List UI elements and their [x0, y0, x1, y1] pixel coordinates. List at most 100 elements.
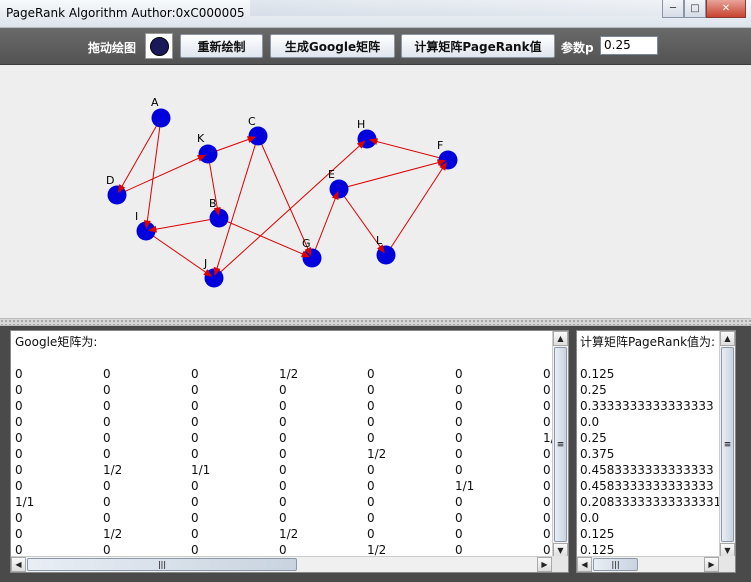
- scroll-thumb[interactable]: ≡: [554, 347, 567, 542]
- matrix-cell: 0: [103, 495, 111, 509]
- node-A[interactable]: [151, 108, 171, 128]
- matrix-cell: 0: [367, 383, 375, 397]
- pagerank-value: 0.25: [580, 431, 607, 445]
- node-color-picker[interactable]: [145, 33, 173, 59]
- edge-D-K: [116, 153, 209, 196]
- scroll-right-arrow-icon[interactable]: ▶: [537, 557, 552, 572]
- node-label-I: I: [135, 210, 138, 223]
- node-label-L: L: [376, 234, 383, 247]
- matrix-cell: 1/1: [455, 479, 475, 493]
- matrix-cell: 0: [279, 463, 287, 477]
- matrix-cell: 0: [279, 431, 287, 445]
- redraw-button[interactable]: 重新绘制: [180, 34, 263, 58]
- matrix-cell: 0: [15, 367, 23, 381]
- matrix-cell: 0: [455, 463, 463, 477]
- matrix-cell: 0: [455, 399, 463, 413]
- matrix-vertical-scrollbar[interactable]: ▲ ≡ ▼: [552, 331, 568, 558]
- scroll-up-arrow-icon[interactable]: ▲: [553, 331, 568, 346]
- matrix-cell: 0: [191, 447, 199, 461]
- matrix-row: 0 0 0 1/2 0 0 0: [15, 366, 551, 382]
- matrix-cell: 0: [191, 527, 199, 541]
- matrix-row: 0 0 0 0 0 0 0: [15, 510, 551, 526]
- edge-I-J: [145, 230, 215, 279]
- param-p-label: 参数p: [561, 41, 594, 55]
- edge-B-I: [145, 217, 220, 232]
- maximize-button[interactable]: □: [684, 0, 706, 18]
- edge-J-H: [213, 138, 368, 279]
- minimize-button[interactable]: ─: [662, 0, 684, 18]
- scroll-left-arrow-icon[interactable]: ◀: [11, 557, 26, 572]
- node-label-K: K: [197, 132, 205, 145]
- matrix-cell: 0: [191, 367, 199, 381]
- matrix-row: 0 0 0 0 0 0 0: [15, 382, 551, 398]
- matrix-cell: 0: [103, 479, 111, 493]
- matrix-cell: 0: [15, 383, 23, 397]
- matrix-row: 0 0 0 0 0 0 0: [15, 398, 551, 414]
- close-button[interactable]: ✕: [706, 0, 746, 18]
- split-pane-divider[interactable]: [0, 318, 751, 326]
- scroll-corner: [552, 556, 568, 572]
- matrix-cell: 0: [367, 431, 375, 445]
- matrix-cell: 0: [15, 479, 23, 493]
- matrix-cell: 0: [543, 415, 551, 429]
- scroll-up-arrow-icon[interactable]: ▲: [720, 331, 735, 346]
- google-matrix-panel[interactable]: Google矩阵为: 0 0 0 1/2 0 0 0 0 0 0 0 0 0 0 0 0 0 0 0 0 0 0 0 0 0 0 0…: [10, 330, 569, 573]
- matrix-cell: 0: [15, 527, 23, 541]
- matrix-cell: 0: [279, 399, 287, 413]
- edge-F-H: [366, 138, 449, 161]
- matrix-cell: 0: [455, 415, 463, 429]
- h-scroll-thumb[interactable]: |||: [593, 558, 638, 571]
- matrix-cell: 1/2: [279, 367, 299, 381]
- scroll-left-arrow-icon[interactable]: ◀: [577, 557, 592, 572]
- scroll-right-arrow-icon[interactable]: ▶: [704, 557, 719, 572]
- pagerank-value: 0.0: [580, 511, 600, 525]
- pagerank-panel[interactable]: 计算矩阵PageRank值为: 0.125 0.25 0.3333333333333…: [576, 330, 736, 573]
- node-label-F: F: [437, 139, 443, 152]
- window-title: PageRank Algorithm Author:0xC000005: [6, 6, 245, 20]
- node-E[interactable]: [329, 179, 349, 199]
- param-p-input[interactable]: 0.25: [600, 36, 658, 55]
- matrix-row: 0 1/2 1/1 0 0 0 0: [15, 462, 551, 478]
- matrix-row: 0 0 0 0 0 1/1 0: [15, 478, 551, 494]
- toolbar: 拖动绘图 重新绘制 生成Google矩阵 计算矩阵PageRank值 参数p 0…: [0, 28, 751, 65]
- pagerank-rows: 0.125 0.25 0.3333333333333333 0.0 0.25 0.375 0…: [580, 366, 721, 558]
- grip-icon: ≡: [556, 439, 565, 450]
- matrix-horizontal-scrollbar[interactable]: ◀ ||| ▶: [11, 556, 568, 572]
- compute-pagerank-button[interactable]: 计算矩阵PageRank值: [401, 34, 555, 58]
- node-G[interactable]: [302, 248, 322, 268]
- matrix-cell: 0: [543, 367, 551, 381]
- pagerank-horizontal-scrollbar[interactable]: ◀ ||| ▶: [577, 556, 735, 572]
- matrix-cell: 0: [279, 383, 287, 397]
- matrix-rows: 0 0 0 1/2 0 0 0 0 0 0 0 0 0 0 0 0 0 0 0 0 0 0 0 0 0 0 0 0 0 0 0 0 0 0 1/0 0…: [15, 366, 555, 558]
- matrix-cell: 0: [543, 479, 551, 493]
- pagerank-vertical-scrollbar[interactable]: ▲ ≡ ▼: [719, 331, 735, 558]
- pagerank-value: 0.4583333333333333: [580, 463, 714, 477]
- matrix-cell: 0: [15, 431, 23, 445]
- matrix-cell: 0: [279, 511, 287, 525]
- pagerank-value: 0.25: [580, 383, 607, 397]
- node-K[interactable]: [198, 144, 218, 164]
- scroll-thumb[interactable]: ≡: [721, 347, 734, 542]
- h-scroll-thumb[interactable]: |||: [27, 558, 297, 571]
- edge-B-G: [218, 217, 313, 259]
- matrix-cell: 0: [367, 479, 375, 493]
- node-label-C: C: [248, 115, 256, 128]
- matrix-row: 1/1 0 0 0 0 0 0: [15, 494, 551, 510]
- graph-canvas[interactable]: A K C D H F E B I G J L: [0, 65, 751, 318]
- matrix-cell: 0: [367, 463, 375, 477]
- matrix-cell: 0: [103, 431, 111, 445]
- matrix-cell: 1/2: [279, 527, 299, 541]
- pagerank-value: 0.4583333333333333: [580, 479, 714, 493]
- matrix-cell: 0: [191, 431, 199, 445]
- matrix-cell: 0: [279, 415, 287, 429]
- matrix-cell: 0: [103, 383, 111, 397]
- matrix-cell: 0: [543, 527, 551, 541]
- matrix-cell: 0: [367, 511, 375, 525]
- node-C[interactable]: [248, 126, 268, 146]
- generate-google-matrix-button[interactable]: 生成Google矩阵: [270, 34, 395, 58]
- matrix-cell: 0: [543, 463, 551, 477]
- matrix-cell: 0: [543, 399, 551, 413]
- matrix-cell: 0: [15, 511, 23, 525]
